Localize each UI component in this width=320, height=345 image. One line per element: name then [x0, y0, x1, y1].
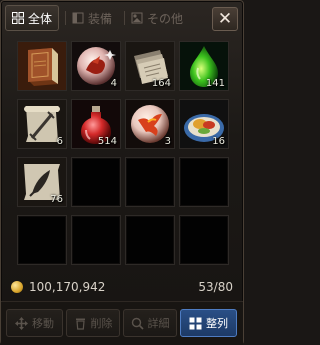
move-button[interactable]: 移動 [6, 309, 63, 337]
tab-equipment[interactable]: 装備 [59, 5, 118, 31]
inventory-slot[interactable]: 141 [179, 41, 229, 91]
item-count: 4 [110, 78, 117, 89]
detail-label: 詳細 [147, 317, 170, 330]
inventory-slot[interactable]: 4 [71, 41, 121, 91]
inventory-slot[interactable] [125, 157, 175, 207]
equipment-icon [72, 12, 84, 24]
item-count: 514 [97, 136, 117, 147]
inventory-slot[interactable] [71, 157, 121, 207]
inventory-slot[interactable]: 16 [179, 99, 229, 149]
move-label: 移動 [32, 317, 54, 330]
tab-bar: 全体 装備 その他 [5, 5, 211, 31]
coin-icon [11, 281, 23, 293]
move-icon [15, 316, 28, 330]
trash-icon [75, 318, 85, 330]
magnifier-icon [131, 317, 144, 330]
inventory-grid: 4 164 141 6 514 3 16 76 [17, 41, 231, 265]
inventory-slot[interactable]: 3 [125, 99, 175, 149]
tab-misc[interactable]: その他 [118, 5, 189, 31]
inventory-slot[interactable]: 164 [125, 41, 175, 91]
sort-grid-icon [189, 317, 202, 329]
item-count: 6 [56, 136, 63, 147]
item-count: 16 [212, 136, 225, 147]
inventory-slot[interactable] [71, 215, 121, 265]
tab-divider [65, 11, 67, 25]
item-count: 3 [164, 136, 171, 147]
misc-icon [131, 12, 143, 24]
sort-label: 整列 [206, 317, 228, 330]
tab-equipment-label: 装備 [88, 11, 113, 26]
book-icon [18, 42, 66, 90]
sort-button[interactable]: 整列 [180, 309, 237, 337]
detail-button[interactable]: 詳細 [123, 309, 177, 337]
inventory-slot[interactable]: 6 [17, 99, 67, 149]
money-amount: 100,170,942 [29, 280, 106, 294]
inventory-slot[interactable] [17, 215, 67, 265]
inventory-window: 全体 装備 その他 ✕ 4 164 141 6 514 3 16 76 100,… [0, 0, 244, 345]
tab-divider [124, 11, 126, 25]
inventory-slot[interactable] [125, 215, 175, 265]
inventory-slot[interactable]: 76 [17, 157, 67, 207]
item-count: 141 [205, 78, 225, 89]
action-bar: 移動 削除 詳細 整列 [1, 301, 243, 345]
inventory-slot[interactable] [179, 157, 229, 207]
item-count: 76 [50, 194, 63, 205]
inventory-slot[interactable] [17, 41, 67, 91]
delete-label: 削除 [90, 317, 113, 330]
inventory-slot[interactable] [179, 215, 229, 265]
item-count: 164 [151, 78, 171, 89]
close-icon: ✕ [217, 8, 233, 29]
capacity-counter: 53/80 [198, 280, 233, 294]
currency-display: 100,170,942 [11, 280, 105, 294]
delete-button[interactable]: 削除 [66, 309, 120, 337]
close-button[interactable]: ✕ [212, 7, 238, 31]
tab-all-label: 全体 [28, 11, 53, 26]
tab-all[interactable]: 全体 [5, 5, 60, 31]
inventory-slot[interactable]: 514 [71, 99, 121, 149]
tab-misc-label: その他 [147, 11, 184, 26]
grid-icon [12, 12, 24, 24]
